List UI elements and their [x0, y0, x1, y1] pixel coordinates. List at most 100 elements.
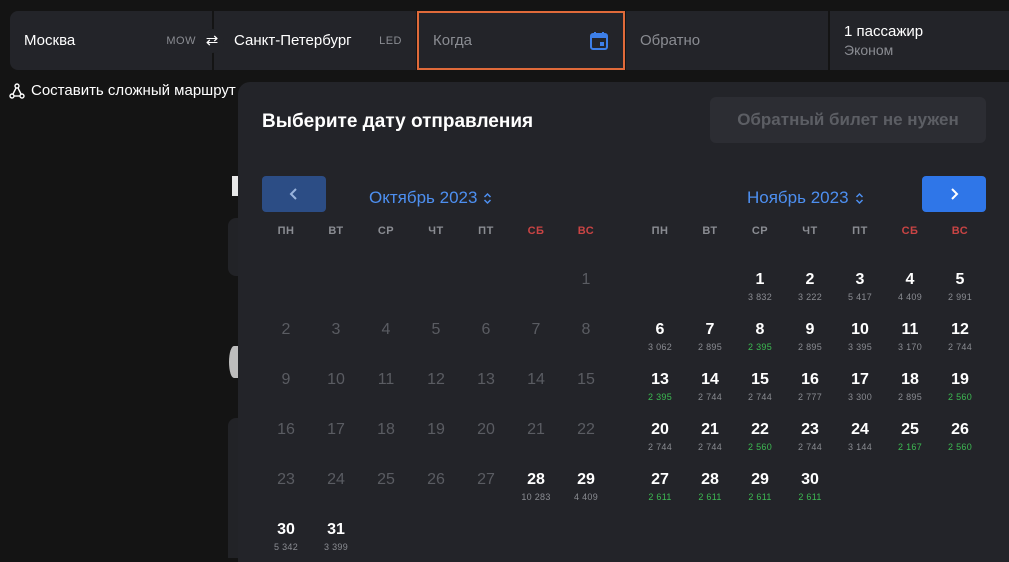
- calendar-day[interactable]: 31 3 399: [311, 505, 361, 555]
- empty-day-cell: [361, 505, 411, 555]
- calendar-day[interactable]: 11 3 170: [885, 305, 935, 355]
- calendar-day[interactable]: 16 2 777: [785, 355, 835, 405]
- calendar-day[interactable]: 1 3 832: [735, 255, 785, 305]
- calendar-day[interactable]: 28 2 611: [685, 455, 735, 505]
- calendar-day[interactable]: 25 2 167: [885, 405, 935, 455]
- day-number: 28: [701, 471, 719, 488]
- calendar-day[interactable]: 20 2 744: [635, 405, 685, 455]
- calendar-day[interactable]: 2 3 222: [785, 255, 835, 305]
- month-selector-october[interactable]: Октябрь 2023: [369, 188, 492, 208]
- day-number: 10: [327, 371, 345, 388]
- day-price: 3 144: [847, 442, 873, 452]
- no-return-button[interactable]: Обратный билет не нужен: [710, 97, 986, 143]
- return-date-field[interactable]: Обратно: [626, 11, 828, 70]
- calendar-day[interactable]: 5 2 991: [935, 255, 985, 305]
- calendar-day[interactable]: 9 2 895: [785, 305, 835, 355]
- complex-route-link[interactable]: Составить сложный маршрут: [9, 82, 236, 99]
- calendar-day[interactable]: 21 2 744: [685, 405, 735, 455]
- empty-day-cell: [361, 255, 411, 305]
- calendar-day[interactable]: 13 2 395: [635, 355, 685, 405]
- day-price: 2 560: [947, 442, 973, 452]
- weekday-header: ПН ВТ СР ЧТ ПТ СБ ВС: [635, 225, 985, 237]
- day-price: 10 283: [521, 492, 551, 502]
- calendar-day[interactable]: 8 2 395: [735, 305, 785, 355]
- day-number: 1: [581, 271, 591, 288]
- empty-day-cell: [561, 505, 611, 555]
- day-number: 18: [901, 371, 919, 388]
- weekday-label: ЧТ: [802, 225, 818, 237]
- origin-field[interactable]: Москва MOW: [10, 11, 212, 70]
- swap-directions-button[interactable]: ⇄: [200, 29, 224, 53]
- calendar-day[interactable]: 4 4 409: [885, 255, 935, 305]
- day-price: 4 409: [573, 492, 599, 502]
- day-number: 6: [481, 321, 491, 338]
- weekday-label: ЧТ: [428, 225, 444, 237]
- destination-field[interactable]: Санкт-Петербург LED: [214, 11, 416, 70]
- day-number: 8: [581, 321, 591, 338]
- calendar-day[interactable]: 29 2 611: [735, 455, 785, 505]
- calendar-day[interactable]: 23 2 744: [785, 405, 835, 455]
- calendar-day: 21: [511, 405, 561, 455]
- calendar-day: 17: [311, 405, 361, 455]
- day-number: 12: [951, 321, 969, 338]
- calendar-week: 2 3 4 5 6 7 8: [261, 305, 611, 355]
- passengers-field[interactable]: 1 пассажир Эконом: [830, 11, 1009, 70]
- day-number: 15: [577, 371, 595, 388]
- calendar-day[interactable]: 18 2 895: [885, 355, 935, 405]
- calendar-day[interactable]: 28 10 283: [511, 455, 561, 505]
- calendar-day[interactable]: 15 2 744: [735, 355, 785, 405]
- passengers-count: 1 пассажир: [844, 23, 924, 40]
- month-grid-november: ПН ВТ СР ЧТ ПТ СБ ВС 13 832 2 3 222 3 5 417 4 4 409 5…: [635, 225, 985, 505]
- calendar-day[interactable]: 19 2 560: [935, 355, 985, 405]
- date-picker-title: Выберите дату отправления: [262, 111, 534, 132]
- calendar-day[interactable]: 24 3 144: [835, 405, 885, 455]
- next-month-button[interactable]: [922, 176, 986, 212]
- day-number: 2: [281, 321, 291, 338]
- calendar-day[interactable]: 27 2 611: [635, 455, 685, 505]
- calendar-day: 10: [311, 355, 361, 405]
- calendar-day: 26: [411, 455, 461, 505]
- empty-day-cell: [511, 255, 561, 305]
- day-number: 26: [951, 421, 969, 438]
- month-weeks: 13 832 2 3 222 3 5 417 4 4 409 5 2 991 6 3 062 7 2 8…: [635, 255, 985, 505]
- previous-month-button[interactable]: [262, 176, 326, 212]
- calendar-week: 1 3 832 2 3 222 3 5 417 4 4 409 5 2 991: [635, 255, 985, 305]
- calendar-day[interactable]: 7 2 895: [685, 305, 735, 355]
- day-number: 11: [377, 371, 395, 388]
- calendar-day: 9: [261, 355, 311, 405]
- calendar-week: 23 24 25 26 27 28 10 283 29 4 409: [261, 455, 611, 505]
- weekday-label: ПТ: [478, 225, 494, 237]
- calendar-day[interactable]: 29 4 409: [561, 455, 611, 505]
- day-number: 29: [577, 471, 595, 488]
- day-number: 19: [427, 421, 445, 438]
- complex-route-label: Составить сложный маршрут: [31, 82, 236, 99]
- calendar-day[interactable]: 14 2 744: [685, 355, 735, 405]
- calendar-day[interactable]: 17 3 300: [835, 355, 885, 405]
- day-number: 7: [531, 321, 541, 338]
- calendar-day[interactable]: 3 5 417: [835, 255, 885, 305]
- calendar-day[interactable]: 22 2 560: [735, 405, 785, 455]
- calendar-day: 7: [511, 305, 561, 355]
- day-number: 17: [851, 371, 869, 388]
- day-price: 2 744: [697, 442, 723, 452]
- month-selector-november[interactable]: Ноябрь 2023: [747, 188, 864, 208]
- calendar-day[interactable]: 30 5 342: [261, 505, 311, 555]
- departure-date-field[interactable]: Когда: [417, 11, 625, 70]
- weekday-label: СР: [751, 225, 769, 237]
- calendar-day: 15: [561, 355, 611, 405]
- calendar-day[interactable]: 26 2 560: [935, 405, 985, 455]
- calendar-week: 27 2 611 28 2 611 29 2 611 30 2 611: [635, 455, 985, 505]
- calendar-week: 16 17 18 19 20 21 22: [261, 405, 611, 455]
- chevron-left-icon: [289, 188, 297, 200]
- day-number: 12: [427, 371, 445, 388]
- empty-day-cell: [685, 255, 735, 305]
- calendar-day: 8: [561, 305, 611, 355]
- calendar-day[interactable]: 12 2 744: [935, 305, 985, 355]
- calendar-day[interactable]: 30 2 611: [785, 455, 835, 505]
- empty-day-cell: [935, 455, 985, 505]
- calendar-day[interactable]: 6 3 062: [635, 305, 685, 355]
- day-price: 5 417: [847, 292, 873, 302]
- day-number: 7: [705, 321, 715, 338]
- day-number: 11: [901, 321, 919, 338]
- calendar-day[interactable]: 10 3 395: [835, 305, 885, 355]
